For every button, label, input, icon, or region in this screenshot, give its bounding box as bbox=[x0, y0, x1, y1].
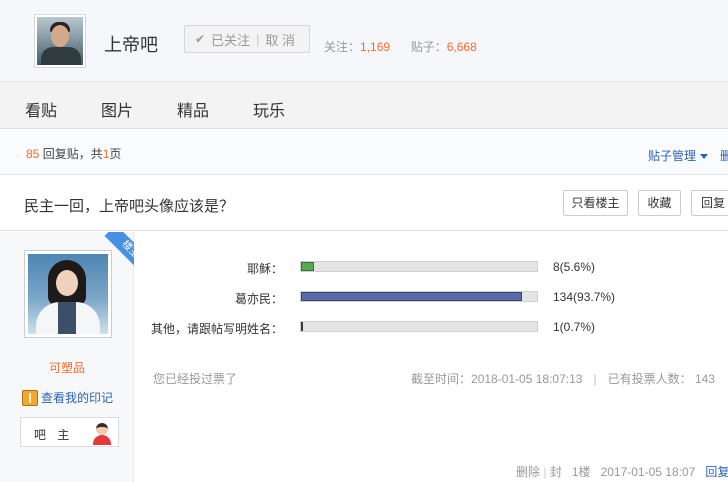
poll-bar-track bbox=[300, 261, 538, 272]
page-text: 页 bbox=[109, 147, 122, 161]
poll-bar-track bbox=[300, 321, 538, 332]
poll-bar-fill bbox=[301, 262, 315, 271]
delete-post-link[interactable]: 删除 bbox=[516, 465, 540, 479]
delete-link-cut[interactable]: 删 bbox=[720, 149, 728, 163]
voted-notice: 您已经投过票了 bbox=[153, 372, 238, 386]
poll-option-value: 1(0.7%) bbox=[553, 320, 596, 334]
follow-count: 1,169 bbox=[360, 40, 391, 54]
post-time: 2017-01-05 18:07 bbox=[600, 465, 696, 479]
poll-option-value: 134(93.7%) bbox=[553, 290, 616, 304]
reply-link[interactable]: 回复 bbox=[705, 465, 728, 479]
poll-deadline-info: 截至时间：2018-01-05 18:07:13 | 已有投票人数： 143 bbox=[411, 372, 715, 386]
forum-name[interactable]: 上帝吧 bbox=[104, 31, 158, 57]
caret-down-icon[interactable] bbox=[700, 154, 709, 160]
favorite-button[interactable]: 收藏 bbox=[638, 190, 681, 216]
unfollow-button[interactable]: 取 消 bbox=[265, 30, 295, 49]
author-avatar[interactable] bbox=[24, 250, 112, 338]
voters-label: 已有投票人数： bbox=[607, 372, 692, 386]
follow-label: 关注： bbox=[324, 40, 361, 54]
deadline-label: 截至时间： bbox=[411, 372, 472, 386]
admin-role-badge: 吧 主 bbox=[20, 417, 119, 447]
role-label: 吧 主 bbox=[34, 428, 74, 442]
followed-label: 已关注 bbox=[211, 32, 251, 48]
forum-stats: 关注：1,169 贴子：6,668 bbox=[324, 38, 477, 55]
posts-label: 贴子： bbox=[410, 40, 447, 54]
posts-count: 6,668 bbox=[446, 40, 477, 54]
forum-header: 上帝吧 ✔ 已关注 | 取 消 关注：1,169 贴子：6,668 bbox=[0, 0, 728, 82]
thread-title-bar: 民主一回，上帝吧头像应该是？ 只看楼主 收藏 回复 bbox=[0, 176, 728, 231]
post-footer: 删除 | 封 1楼 2017-01-05 18:07 回复 bbox=[516, 465, 728, 479]
poll-bar-fill bbox=[301, 292, 523, 301]
view-marks-label[interactable]: 查看我的印记 bbox=[41, 389, 113, 406]
block-user-link[interactable]: 封 bbox=[550, 465, 562, 479]
book-icon bbox=[22, 389, 38, 406]
nav-item-fun[interactable]: 玩乐 bbox=[253, 97, 285, 121]
poll-option-value: 8(5.6%) bbox=[553, 260, 596, 274]
nav-item-featured[interactable]: 精品 bbox=[177, 97, 209, 121]
reply-button[interactable]: 回复 bbox=[691, 190, 728, 216]
reply-num: 85 bbox=[26, 147, 40, 161]
voters-count: 143 bbox=[694, 372, 715, 386]
forum-nav: 看贴 图片 精品 玩乐 bbox=[0, 82, 728, 129]
divider: | bbox=[256, 31, 260, 47]
nav-item-pictures[interactable]: 图片 bbox=[101, 97, 133, 121]
only-author-button[interactable]: 只看楼主 bbox=[563, 190, 628, 216]
nav-item-posts[interactable]: 看贴 bbox=[25, 97, 57, 121]
thread-title: 民主一回，上帝吧头像应该是？ bbox=[24, 198, 235, 215]
thread-info-bar: 85 回复贴，共1页 贴子管理 删 bbox=[0, 130, 728, 175]
reply-count: 85 回复贴，共1页 bbox=[26, 145, 121, 162]
forum-avatar[interactable] bbox=[34, 14, 86, 68]
view-marks-link[interactable]: 查看我的印记 bbox=[22, 389, 113, 406]
author-name[interactable]: 可塑品 bbox=[0, 359, 134, 376]
poll-bar-track bbox=[300, 291, 538, 302]
follow-status-box: ✔ 已关注 | 取 消 bbox=[184, 25, 310, 53]
poll-bar-fill bbox=[301, 322, 303, 331]
thread-manage-label[interactable]: 贴子管理 bbox=[648, 149, 696, 163]
floor-number: 1楼 bbox=[571, 465, 591, 479]
author-column: 楼主 可塑品 查看我的印记 吧 主 bbox=[0, 232, 134, 482]
poll-option-label: 耶稣： bbox=[246, 262, 283, 276]
admin-avatar-icon bbox=[91, 421, 113, 445]
deadline-time: 2018-01-05 18:07:13 bbox=[471, 372, 583, 386]
thread-manage-menu[interactable]: 贴子管理 删 bbox=[648, 147, 728, 164]
poll-option-label: 葛亦民： bbox=[234, 292, 283, 306]
poll-option-label: 其他，请跟帖写明姓名： bbox=[150, 322, 283, 336]
reply-text: 回复贴，共 bbox=[42, 147, 103, 161]
check-icon: ✔ bbox=[194, 32, 206, 46]
